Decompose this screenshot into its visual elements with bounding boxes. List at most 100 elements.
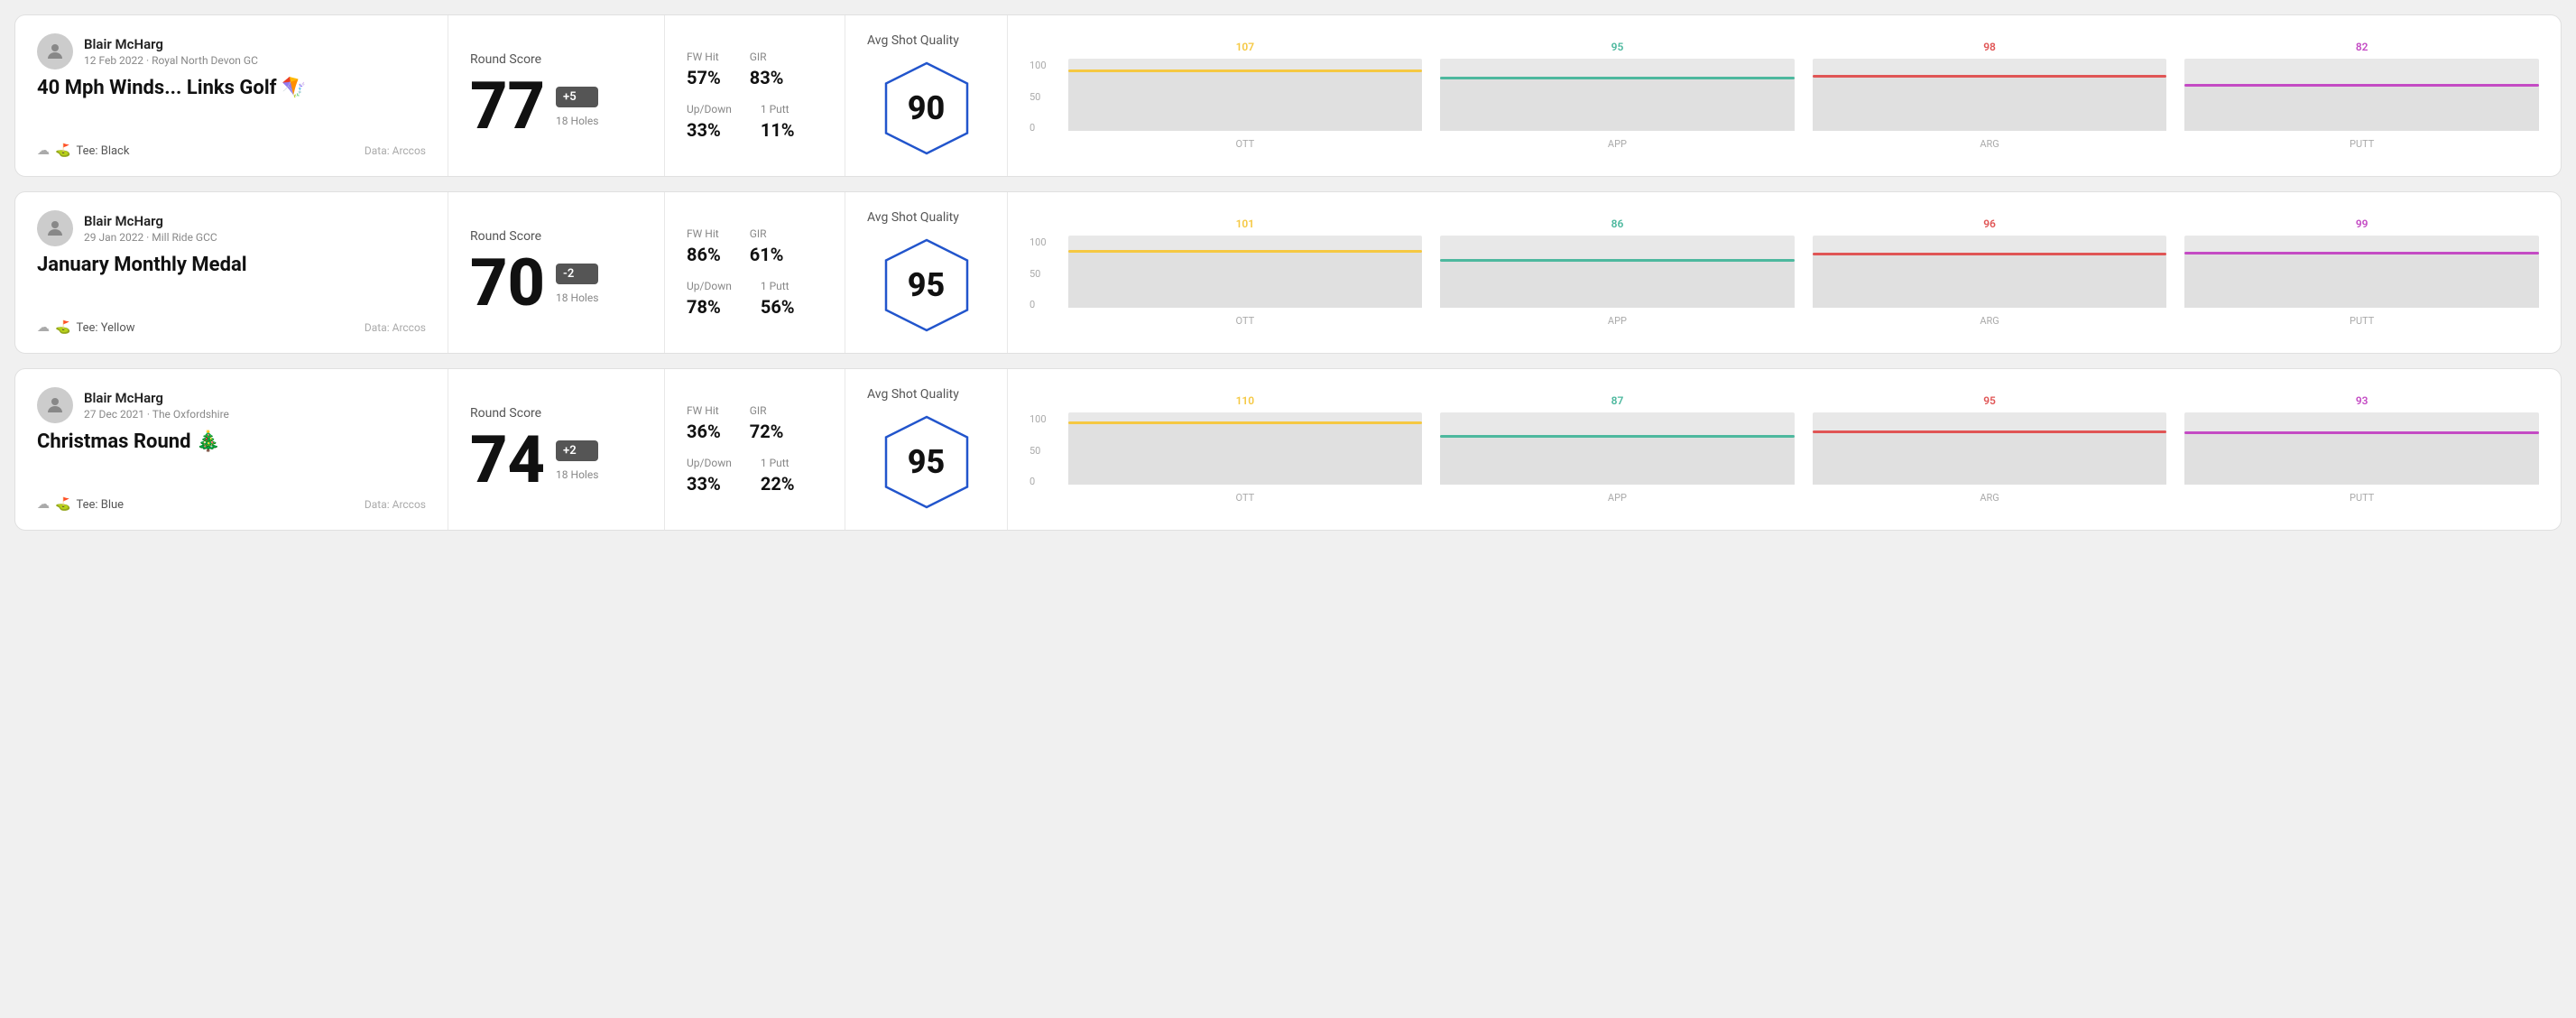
score-number: 77 [470,74,545,139]
updown-stat: Up/Down 33% [687,457,732,495]
stats-section: FW Hit 86% GIR 61% Up/Down 78% 1 Putt 56… [665,192,845,353]
bar-wrapper [1440,236,1795,308]
data-source: Data: Arccos [365,321,426,334]
bar-line [1068,250,1423,253]
score-number: 70 [470,251,545,316]
y-label: 100 [1029,60,1047,71]
quality-label: Avg Shot Quality [867,210,959,225]
oneputt-label: 1 Putt [761,103,795,116]
bar-line [1440,77,1795,79]
bar-value: 107 [1236,41,1255,53]
bar-fill [1068,421,1423,485]
score-section: Round Score 70 -2 18 Holes [448,192,665,353]
bar-fill [1068,69,1423,131]
bar-label: PUTT [2350,315,2374,327]
chart-col-arg: 98 ARG [1813,41,2167,150]
updown-label: Up/Down [687,280,732,292]
card-left-section: Blair McHarg 12 Feb 2022 · Royal North D… [15,15,448,176]
fw-hit-stat: FW Hit 86% [687,227,721,265]
card-left-section: Blair McHarg 27 Dec 2021 · The Oxfordshi… [15,369,448,530]
y-label: 50 [1029,268,1047,280]
chart-y-axis: 100500 [1029,236,1047,327]
score-label: Round Score [470,406,642,421]
y-label: 100 [1029,236,1047,248]
weather-icon: ☁ [37,497,50,512]
avatar [37,210,73,246]
chart-col-ott: 107 OTT [1068,41,1423,150]
bar-wrapper [1813,236,2167,308]
chart-area: 100500 101 OTT 86 [1029,218,2539,327]
score-meta: -2 18 Holes [556,264,598,304]
fw-hit-value: 86% [687,244,721,265]
bar-wrapper [1068,236,1423,308]
bar-value: 95 [1983,394,1996,407]
bar-fill [1440,259,1795,308]
hexagon-container: 90 [882,59,972,158]
quality-section: Avg Shot Quality 90 [845,15,1008,176]
chart-col-ott: 101 OTT [1068,217,1423,327]
round-card-1: Blair McHarg 12 Feb 2022 · Royal North D… [14,14,2562,177]
bar-fill [2184,84,2539,131]
quality-label: Avg Shot Quality [867,387,959,402]
chart-col-arg: 96 ARG [1813,217,2167,327]
bar-value: 98 [1983,41,1996,53]
quality-section: Avg Shot Quality 95 [845,369,1008,530]
tee-label: Tee: Blue [76,498,124,512]
quality-section: Avg Shot Quality 95 [845,192,1008,353]
data-source: Data: Arccos [365,498,426,511]
round-card-3: Blair McHarg 27 Dec 2021 · The Oxfordshi… [14,368,2562,531]
quality-score: 95 [908,266,946,304]
tee-label: Tee: Yellow [76,321,134,335]
gir-stat: GIR 83% [750,51,784,88]
person-icon [44,394,66,416]
bag-icon: ⛳ [55,143,70,158]
bar-value: 95 [1611,41,1624,53]
fw-hit-stat: FW Hit 57% [687,51,721,88]
gir-label: GIR [750,404,784,417]
chart-section: 100500 107 OTT 95 [1008,15,2561,176]
chart-col-putt: 82 PUTT [2184,41,2539,150]
avatar [37,33,73,69]
fw-hit-label: FW Hit [687,51,721,63]
gir-stat: GIR 61% [750,227,784,265]
y-label: 0 [1029,476,1047,487]
card-left-section: Blair McHarg 29 Jan 2022 · Mill Ride GCC… [15,192,448,353]
chart-col-arg: 95 ARG [1813,394,2167,504]
bar-label: ARG [1980,138,1999,150]
bar-line [2184,84,2539,87]
card-bottom-row: ☁ ⛳ Tee: Blue Data: Arccos [37,497,426,512]
tee-label: Tee: Black [76,144,129,158]
person-icon [44,41,66,62]
chart-area: 100500 107 OTT 95 [1029,42,2539,150]
stats-row-bottom: Up/Down 33% 1 Putt 11% [687,103,823,141]
bar-value: 87 [1611,394,1624,407]
bar-line [1813,75,2167,78]
data-source: Data: Arccos [365,144,426,157]
score-label: Round Score [470,52,642,67]
chart-y-axis: 100500 [1029,413,1047,504]
stats-row-top: FW Hit 57% GIR 83% [687,51,823,88]
oneputt-value: 56% [761,296,795,318]
user-date-course: 29 Jan 2022 · Mill Ride GCC [84,231,217,244]
user-info: Blair McHarg 29 Jan 2022 · Mill Ride GCC [37,210,426,246]
weather-icon: ☁ [37,320,50,335]
hexagon-container: 95 [882,412,972,512]
bar-label: OTT [1236,138,1255,150]
bar-fill [1813,253,2167,308]
bar-label: APP [1608,138,1627,150]
bar-label: PUTT [2350,138,2374,150]
bar-line [1813,253,2167,255]
bar-fill [1440,77,1795,131]
updown-value: 33% [687,473,732,495]
user-name: Blair McHarg [84,213,217,229]
bar-fill [1440,435,1795,485]
score-meta: +5 18 Holes [556,87,598,127]
bar-line [1068,69,1423,72]
bar-value: 99 [2356,217,2368,230]
bar-wrapper [1813,59,2167,131]
user-name: Blair McHarg [84,390,229,406]
user-date-course: 12 Feb 2022 · Royal North Devon GC [84,54,258,67]
bar-line [1068,421,1423,424]
bar-wrapper [1813,412,2167,485]
chart-col-putt: 99 PUTT [2184,217,2539,327]
